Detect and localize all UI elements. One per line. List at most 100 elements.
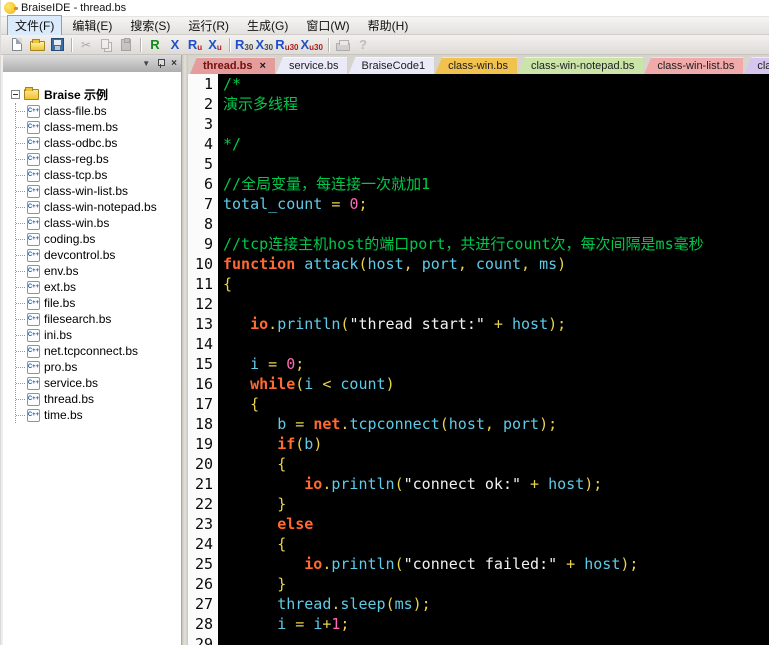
code-token: {: [277, 455, 287, 473]
collapse-icon[interactable]: [11, 90, 20, 99]
code-line: io.println("connect ok:" + host);: [223, 474, 769, 494]
tree-item-filesearch.bs[interactable]: C++ filesearch.bs: [16, 311, 181, 327]
code-line: }: [223, 574, 769, 594]
file-tree: Braise 示例 C++ class-file.bs C++ class-mem.b…: [3, 72, 181, 645]
tree-item-ini.bs[interactable]: C++ ini.bs: [16, 327, 181, 343]
stop-30-button[interactable]: X 30: [255, 36, 274, 54]
line-number: 27: [194, 595, 213, 613]
open-file-button[interactable]: [28, 36, 46, 54]
tree-item-class-mem.bs[interactable]: C++ class-mem.bs: [16, 119, 181, 135]
code-viewport[interactable]: 1 2 3 4 5 6 7 8 9 10 11 12 13 14 15 16 17 18 19 20 21 22 23 24 2…: [188, 74, 769, 645]
tree-item-label: net.tcpconnect.bs: [44, 344, 139, 358]
tree-item-class-win-notepad.bs[interactable]: C++ class-win-notepad.bs: [16, 199, 181, 215]
run-user-30-button[interactable]: Ru30: [275, 36, 298, 54]
tree-branch-line: [16, 270, 25, 272]
new-file-button[interactable]: [8, 36, 26, 54]
menu-item-file[interactable]: 文件(F): [7, 15, 63, 36]
code-line: //全局变量，每连接一次就加1: [223, 174, 769, 194]
tree-item-time.bs[interactable]: C++ time.bs: [16, 407, 181, 423]
tree-item-coding.bs[interactable]: C++ coding.bs: [16, 231, 181, 247]
tree-item-devcontrol.bs[interactable]: C++ devcontrol.bs: [16, 247, 181, 263]
code-area[interactable]: /* 演示多线程 *///全局变量，每连接一次就加1 total_count = 0;…: [218, 74, 769, 645]
pin-icon[interactable]: [157, 59, 166, 68]
open-file-icon: [29, 39, 45, 51]
stop-icon: X: [170, 37, 180, 52]
source-file-icon: C++: [27, 152, 40, 166]
line-number: 9: [203, 235, 213, 253]
tree-branch-line: [16, 238, 25, 240]
code-token: /*: [223, 75, 242, 93]
code-token: {: [277, 535, 287, 553]
tree-item-file.bs[interactable]: C++ file.bs: [16, 295, 181, 311]
line-number: 1: [203, 75, 213, 93]
tree-item-ext.bs[interactable]: C++ ext.bs: [16, 279, 181, 295]
stop-user-icon: X: [208, 37, 217, 52]
tree-item-class-win.bs[interactable]: C++ class-win.bs: [16, 215, 181, 231]
tree-item-service.bs[interactable]: C++ service.bs: [16, 375, 181, 391]
tree-branch-line: [16, 286, 25, 288]
code-line: */: [223, 134, 769, 154]
line-number: 5: [203, 155, 213, 173]
code-token: .: [268, 315, 278, 333]
tab-thread.bs[interactable]: thread.bs ×: [190, 57, 275, 74]
tree-item-class-file.bs[interactable]: C++ class-file.bs: [16, 103, 181, 119]
paste-icon: [121, 37, 131, 51]
code-token: (: [385, 595, 395, 613]
tab-class-mem.bs[interactable]: class-mem.bs: [744, 57, 769, 74]
code-token: i: [277, 615, 287, 633]
tree-item-label: coding.bs: [44, 232, 96, 246]
tab-service.bs[interactable]: service.bs: [275, 57, 348, 74]
tree-item-net.tcpconnect.bs[interactable]: C++ net.tcpconnect.bs: [16, 343, 181, 359]
tree-item-class-reg.bs[interactable]: C++ class-reg.bs: [16, 151, 181, 167]
tree-item-pro.bs[interactable]: C++ pro.bs: [16, 359, 181, 375]
menu-item-search[interactable]: 搜索(S): [122, 15, 178, 36]
line-number: 7: [203, 195, 213, 213]
code-line: b = net.tcpconnect(host, port);: [223, 414, 769, 434]
tree-item-env.bs[interactable]: C++ env.bs: [16, 263, 181, 279]
stop-user-30-button[interactable]: Xu30: [300, 36, 322, 54]
panel-close-icon[interactable]: ×: [171, 58, 177, 69]
code-token: if: [277, 435, 296, 453]
run-user-button[interactable]: Ru: [186, 36, 204, 54]
line-number: 17: [194, 395, 213, 413]
tree-item-thread.bs[interactable]: C++ thread.bs: [16, 391, 181, 407]
tab-class-win-notepad.bs[interactable]: class-win-notepad.bs: [517, 57, 644, 74]
run-30-button[interactable]: R 30: [235, 36, 253, 54]
menu-item-run[interactable]: 运行(R): [180, 15, 237, 36]
run-button[interactable]: R: [146, 36, 164, 54]
code-token: (: [394, 475, 404, 493]
tab-BraiseCode1[interactable]: BraiseCode1: [348, 57, 435, 74]
menu-item-edit[interactable]: 编辑(E): [64, 15, 120, 36]
tab-class-win-list.bs[interactable]: class-win-list.bs: [644, 57, 744, 74]
editor-tab-bar: thread.bs × service.bs BraiseCode1 class-win…: [188, 55, 769, 74]
sidebar-splitter[interactable]: [181, 55, 188, 645]
tab-class-win.bs[interactable]: class-win.bs: [435, 57, 517, 74]
line-number: 18: [194, 415, 213, 433]
tree-item-class-odbc.bs[interactable]: C++ class-odbc.bs: [16, 135, 181, 151]
menu-item-window[interactable]: 窗口(W): [298, 15, 357, 36]
tree-item-label: class-win-notepad.bs: [44, 200, 157, 214]
code-token: i: [313, 615, 323, 633]
menu-item-build[interactable]: 生成(G): [239, 15, 296, 36]
tree-item-class-tcp.bs[interactable]: C++ class-tcp.bs: [16, 167, 181, 183]
tree-item-label: env.bs: [44, 264, 79, 278]
code-line: if(b): [223, 434, 769, 454]
run-user-30-icon: R: [275, 37, 285, 52]
menu-item-help[interactable]: 帮助(H): [360, 15, 417, 36]
code-token: tcpconnect: [349, 415, 440, 433]
code-token: {: [250, 395, 260, 413]
tree-item-class-win-list.bs[interactable]: C++ class-win-list.bs: [16, 183, 181, 199]
tree-root[interactable]: Braise 示例: [11, 86, 181, 103]
line-number: 21: [194, 475, 213, 493]
stop-button[interactable]: X: [166, 36, 184, 54]
tab-close-icon[interactable]: ×: [260, 60, 266, 72]
save-file-button[interactable]: [48, 36, 66, 54]
tree-branch-line: [16, 366, 25, 368]
line-number: 20: [194, 455, 213, 473]
panel-menu-icon[interactable]: ▼: [142, 59, 150, 68]
stop-user-button[interactable]: Xu: [206, 36, 224, 54]
